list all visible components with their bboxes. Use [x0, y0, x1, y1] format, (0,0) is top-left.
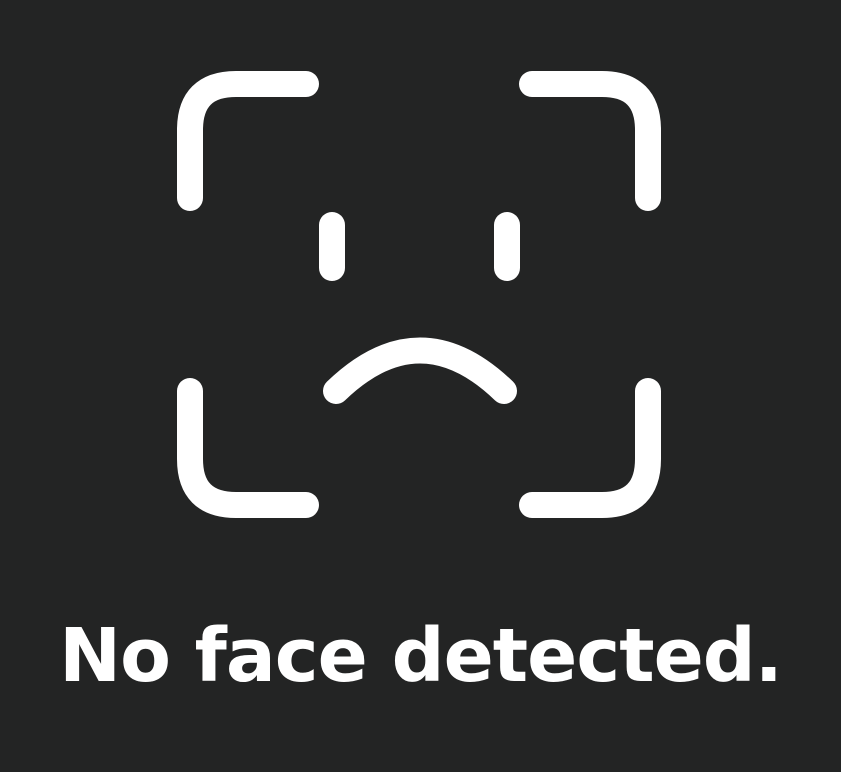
corner-bracket-top-left: [177, 71, 319, 211]
corner-bracket-bottom-right: [519, 378, 661, 518]
no-face-detected-message: No face detected.: [59, 613, 783, 699]
corner-bracket-bottom-left: [177, 378, 319, 518]
corner-bracket-top-right: [519, 71, 661, 211]
face-id-screen: No face detected.: [0, 0, 841, 772]
frown-mouth: [323, 337, 517, 404]
face-id-sad-icon: [177, 71, 661, 518]
